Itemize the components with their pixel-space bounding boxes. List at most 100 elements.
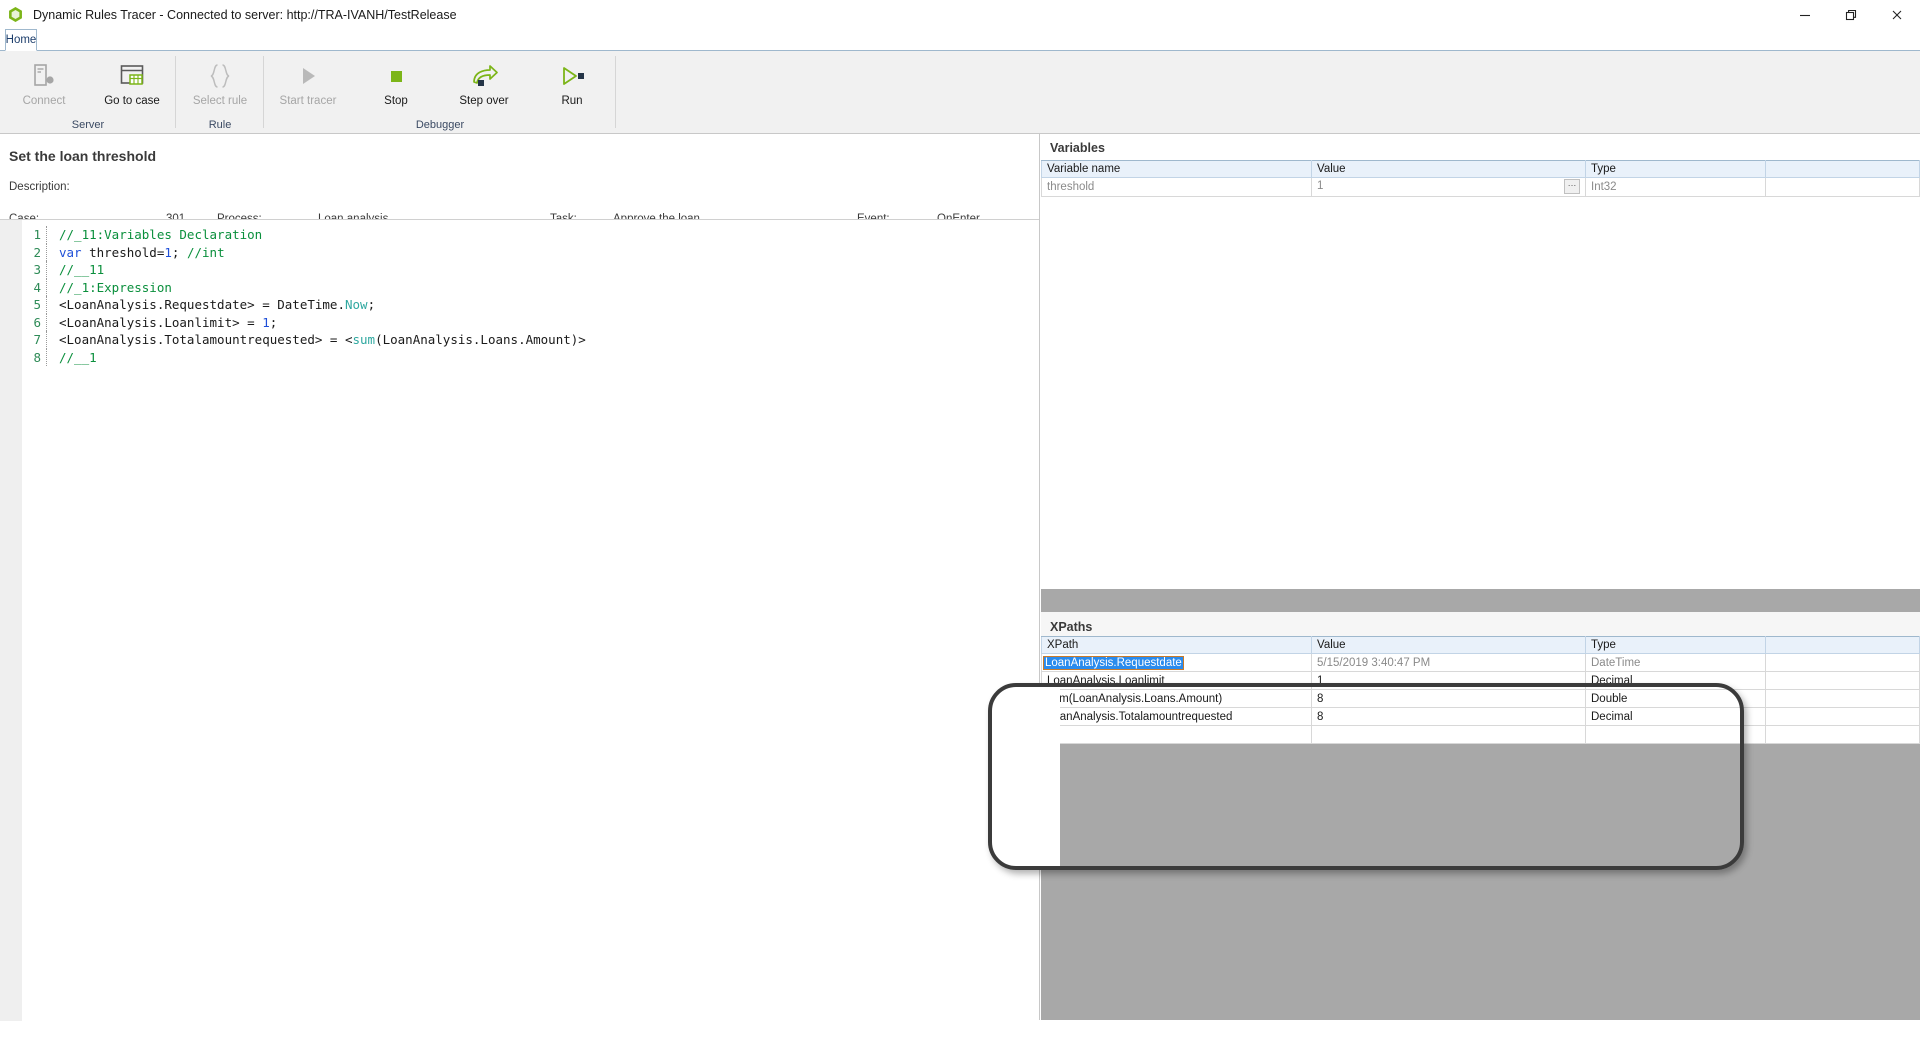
xpath-cell[interactable] bbox=[1041, 725, 1312, 744]
xpath-cell[interactable]: LoanAnalysis.Loanlimit bbox=[1041, 671, 1312, 690]
xpath-cell[interactable]: LoanAnalysis.Totalamountrequested bbox=[1041, 707, 1312, 726]
code-line-text[interactable]: //_1:Expression bbox=[54, 279, 172, 297]
ribbon-tab-strip: Home bbox=[0, 29, 1920, 51]
gutter-divider bbox=[46, 278, 54, 296]
xpath-filler-cell bbox=[1765, 653, 1920, 672]
line-number: 7 bbox=[33, 332, 41, 347]
code-token: //int bbox=[186, 244, 225, 260]
gutter-divider bbox=[46, 296, 54, 314]
line-number: 1 bbox=[33, 227, 41, 242]
stop-button[interactable]: Stop bbox=[352, 51, 440, 117]
table-row[interactable]: LoanAnalysis.Requestdate 5/15/2019 3:40:4… bbox=[1041, 653, 1920, 672]
connect-button[interactable]: Connect bbox=[0, 51, 88, 117]
code-line-text[interactable]: <LoanAnalysis.Loanlimit> = 1; bbox=[54, 314, 277, 332]
ribbon-group-rule-label: Rule bbox=[208, 119, 232, 131]
rule-editor-pane: Set the loan threshold Description: Case… bbox=[0, 134, 1040, 1021]
go-to-case-icon bbox=[118, 59, 146, 93]
step-over-arrow-icon bbox=[469, 59, 499, 93]
server-connect-icon bbox=[31, 59, 57, 93]
xpath-type-cell[interactable]: Double bbox=[1585, 689, 1766, 708]
variables-col-filler bbox=[1765, 160, 1920, 178]
xpath-type-cell[interactable] bbox=[1585, 725, 1766, 744]
variables-header-row: Variable name Value Type bbox=[1041, 160, 1920, 178]
ribbon-group-server: Connect Go to case Server bbox=[0, 51, 176, 134]
code-line: 3 //__11 bbox=[0, 261, 1039, 279]
line-number: 4 bbox=[33, 279, 41, 295]
xpaths-col-type[interactable]: Type bbox=[1585, 636, 1766, 654]
code-line-text[interactable]: //__11 bbox=[54, 261, 104, 279]
code-token: sum bbox=[352, 332, 376, 347]
code-line-text[interactable]: //_11:Variables Declaration bbox=[54, 226, 262, 244]
xpath-filler-cell bbox=[1765, 707, 1920, 726]
start-tracer-button[interactable]: Start tracer bbox=[264, 51, 352, 117]
table-row[interactable]: LoanAnalysis.Totalamountrequested 8 Decima… bbox=[1041, 707, 1920, 726]
xpaths-title: XPaths bbox=[1050, 620, 1093, 634]
xpath-value-cell[interactable] bbox=[1311, 725, 1586, 744]
table-row[interactable] bbox=[1041, 725, 1920, 744]
run-button[interactable]: Run bbox=[528, 51, 616, 117]
variables-col-value[interactable]: Value bbox=[1311, 160, 1586, 178]
variable-name-cell[interactable]: threshold bbox=[1041, 177, 1312, 197]
table-row[interactable]: sum(LoanAnalysis.Loans.Amount) 8 Double bbox=[1041, 689, 1920, 708]
code-token: 1 bbox=[262, 314, 270, 330]
xpath-value-cell[interactable]: 5/15/2019 3:40:47 PM bbox=[1311, 653, 1586, 672]
maximize-restore-icon[interactable] bbox=[1828, 0, 1874, 29]
start-tracer-label: Start tracer bbox=[279, 95, 337, 107]
code-line-text[interactable]: <LoanAnalysis.Totalamountrequested> = <s… bbox=[54, 331, 586, 349]
variables-col-type[interactable]: Type bbox=[1585, 160, 1766, 178]
xpath-value-cell[interactable]: 8 bbox=[1311, 707, 1586, 726]
xpaths-col-xpath[interactable]: XPath bbox=[1041, 636, 1312, 654]
code-line: 1 //_11:Variables Declaration bbox=[0, 226, 1039, 244]
variables-grid[interactable]: Variable name Value Type threshold … 1 I… bbox=[1041, 160, 1920, 197]
close-icon[interactable] bbox=[1874, 0, 1920, 29]
code-token: 1 bbox=[164, 244, 172, 260]
xpath-cell[interactable]: sum(LoanAnalysis.Loans.Amount) bbox=[1041, 689, 1312, 708]
code-line: 5 <LoanAnalysis.Requestdate> = DateTime.N… bbox=[0, 296, 1039, 314]
stop-square-icon bbox=[383, 59, 409, 93]
tab-home[interactable]: Home bbox=[5, 29, 37, 51]
code-token: //__11 bbox=[59, 262, 105, 277]
go-to-case-button[interactable]: Go to case bbox=[88, 51, 176, 117]
code-token: <LoanAnalysis.Totalamountrequested> = < bbox=[59, 332, 353, 347]
code-token: (LoanAnalysis.Loans.Amount)> bbox=[375, 332, 586, 347]
code-line: 8 //__1 bbox=[0, 348, 1039, 367]
code-token: <LoanAnalysis.Loanlimit> = bbox=[59, 314, 263, 330]
tab-home-label: Home bbox=[5, 34, 37, 46]
code-line-text[interactable]: <LoanAnalysis.Requestdate> = DateTime.No… bbox=[54, 296, 375, 314]
code-token: var bbox=[59, 244, 82, 260]
connect-label: Connect bbox=[22, 95, 66, 107]
table-row[interactable]: threshold … 1 Int32 bbox=[1041, 177, 1920, 197]
code-line: 2 var threshold=1; //int bbox=[0, 243, 1039, 262]
xpath-type-cell[interactable]: Decimal bbox=[1585, 707, 1766, 726]
xpath-type-cell[interactable]: DateTime bbox=[1585, 653, 1766, 672]
variable-type-cell[interactable]: Int32 bbox=[1585, 177, 1766, 197]
variable-filler-cell bbox=[1765, 177, 1920, 197]
play-triangle-icon bbox=[295, 59, 321, 93]
xpath-value-cell[interactable]: 8 bbox=[1311, 689, 1586, 708]
step-over-label: Step over bbox=[459, 95, 509, 107]
variables-col-name[interactable]: Variable name bbox=[1041, 160, 1312, 178]
variable-value-cell[interactable]: … 1 bbox=[1311, 177, 1586, 197]
xpaths-col-value[interactable]: Value bbox=[1311, 636, 1586, 654]
xpaths-grid[interactable]: XPath Value Type LoanAnalysis.Requestdat… bbox=[1041, 636, 1920, 744]
code-line-text[interactable]: //__1 bbox=[54, 349, 97, 367]
xpath-filler-cell bbox=[1765, 725, 1920, 744]
code-token: Now bbox=[344, 297, 368, 312]
go-to-case-label: Go to case bbox=[104, 95, 160, 107]
braces-icon bbox=[205, 59, 235, 93]
value-ellipsis-button[interactable]: … bbox=[1564, 179, 1580, 194]
select-rule-button[interactable]: Select rule bbox=[176, 51, 264, 117]
page-title: Set the loan threshold bbox=[9, 148, 157, 164]
xpath-type-cell[interactable]: Decimal bbox=[1585, 671, 1766, 690]
code-editor[interactable]: 1 //_11:Variables Declaration 2 var thresho… bbox=[0, 219, 1039, 1021]
window-controls bbox=[1782, 0, 1920, 29]
step-over-button[interactable]: Step over bbox=[440, 51, 528, 117]
xpath-cell[interactable]: LoanAnalysis.Requestdate bbox=[1041, 653, 1312, 672]
minimize-icon[interactable] bbox=[1782, 0, 1828, 29]
table-row[interactable]: LoanAnalysis.Loanlimit 1 Decimal bbox=[1041, 671, 1920, 690]
code-token: threshold= bbox=[81, 244, 165, 260]
xpath-value-cell[interactable]: 1 bbox=[1311, 671, 1586, 690]
line-number: 6 bbox=[33, 314, 41, 330]
code-token: <LoanAnalysis.Requestdate> = DateTime. bbox=[59, 297, 345, 312]
code-line-text[interactable]: var threshold=1; //int bbox=[54, 244, 225, 262]
